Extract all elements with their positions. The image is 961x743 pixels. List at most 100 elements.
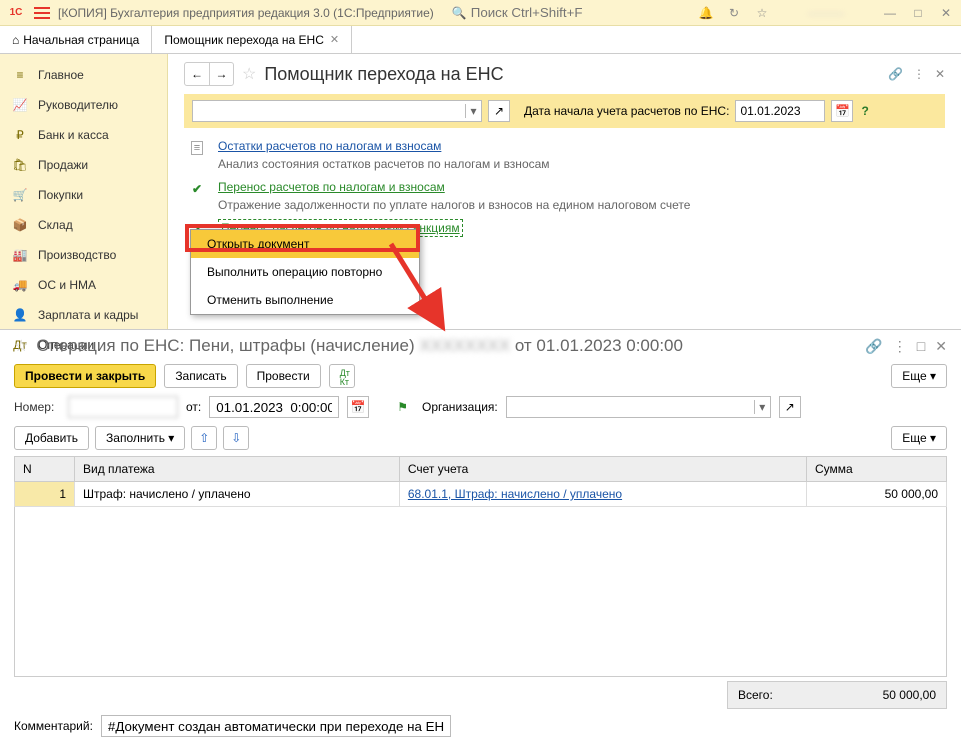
history-icon[interactable]: ↻ xyxy=(725,4,743,22)
chevron-down-icon[interactable]: ▾ xyxy=(465,104,481,118)
menu-icon[interactable] xyxy=(34,7,50,19)
tab-current-label: Помощник перехода на ЕНС xyxy=(164,33,324,47)
ctx-item-2[interactable]: Отменить выполнение xyxy=(191,286,419,314)
close-icon[interactable]: ✕ xyxy=(937,4,955,22)
sidebar-icon: 📦 xyxy=(12,217,28,233)
nav-forward-button[interactable]: → xyxy=(209,63,233,85)
close-panel-icon[interactable]: ✕ xyxy=(935,67,945,81)
sidebar-label: Склад xyxy=(38,218,73,232)
doc-link-icon[interactable]: 🔗 xyxy=(865,338,882,355)
fill-button[interactable]: Заполнить ▾ xyxy=(95,426,185,450)
link-icon[interactable]: 🔗 xyxy=(888,67,903,81)
sidebar-icon: ≡ xyxy=(12,67,28,83)
more-button-1[interactable]: Еще ▾ xyxy=(891,364,947,388)
col-n[interactable]: N xyxy=(15,457,75,482)
app-title: [КОПИЯ] Бухгалтерия предприятия редакция… xyxy=(58,6,434,20)
sidebar-item-6[interactable]: 🏭Производство xyxy=(0,240,167,270)
nav-back-button[interactable]: ← xyxy=(185,63,209,85)
page-title: Помощник перехода на ЕНС xyxy=(264,64,503,85)
home-icon: ⌂ xyxy=(12,33,19,47)
from-label: от: xyxy=(186,400,201,414)
sidebar-label: Банк и касса xyxy=(38,128,109,142)
more-button-2[interactable]: Еще ▾ xyxy=(891,426,947,450)
step-1: ✔ Перенос расчетов по налогам и взносам От… xyxy=(188,177,945,216)
ctx-item-0[interactable]: Открыть документ xyxy=(191,230,419,258)
col-type[interactable]: Вид платежа xyxy=(75,457,400,482)
lines-table: N Вид платежа Счет учета Сумма 1Штраф: н… xyxy=(14,456,947,507)
sidebar-item-0[interactable]: ≡Главное xyxy=(0,60,167,90)
search-input[interactable] xyxy=(471,5,611,20)
account-link[interactable]: 68.01.1, Штраф: начислено / уплачено xyxy=(408,487,622,501)
sidebar-item-2[interactable]: ₽ Банк и касса xyxy=(0,120,167,150)
user-label: ——— xyxy=(781,4,871,22)
search-icon: 🔍 xyxy=(452,6,467,20)
bell-icon[interactable]: 🔔 xyxy=(697,4,715,22)
maximize-icon[interactable]: □ xyxy=(909,4,927,22)
sidebar-item-1[interactable]: 📈 Руководителю xyxy=(0,90,167,120)
doc-maximize-icon[interactable]: □ xyxy=(917,338,925,354)
date-start-label: Дата начала учета расчетов по ЕНС: xyxy=(524,104,729,118)
doc-kebab-icon[interactable]: ⋮ xyxy=(893,338,907,355)
sidebar-label: Производство xyxy=(38,248,116,262)
tab-home[interactable]: ⌂ Начальная страница xyxy=(0,26,152,53)
col-sum[interactable]: Сумма xyxy=(807,457,947,482)
sidebar-icon: 📈 xyxy=(12,97,28,113)
org-label: Организация: xyxy=(422,400,498,414)
calendar-button[interactable]: 📅 xyxy=(831,100,853,122)
sidebar-label: Зарплата и кадры xyxy=(38,308,138,322)
table-empty-area[interactable] xyxy=(14,507,947,677)
sidebar-label: Продажи xyxy=(38,158,88,172)
kebab-icon[interactable]: ⋮ xyxy=(913,67,925,81)
sidebar-item-4[interactable]: 🛒Покупки xyxy=(0,180,167,210)
step-link[interactable]: Перенос расчетов по налогам и взносам xyxy=(218,180,445,194)
sidebar-item-8[interactable]: 👤 Зарплата и кадры xyxy=(0,300,167,330)
flag-icon: ⚑ xyxy=(397,400,408,414)
doc-favorite-icon[interactable]: ☆ xyxy=(14,336,28,356)
col-account[interactable]: Счет учета xyxy=(399,457,806,482)
doc-icon: ≡ xyxy=(191,141,203,155)
star-icon[interactable]: ☆ xyxy=(753,4,771,22)
move-down-button[interactable]: ⇩ xyxy=(223,426,249,450)
sidebar-item-5[interactable]: 📦 Склад xyxy=(0,210,167,240)
doc-close-icon[interactable]: ✕ xyxy=(935,338,947,355)
post-button[interactable]: Провести xyxy=(246,364,321,388)
sidebar-label: ОС и НМА xyxy=(38,278,96,292)
sidebar-label: Руководителю xyxy=(38,98,118,112)
add-button[interactable]: Добавить xyxy=(14,426,89,450)
step-link[interactable]: Остатки расчетов по налогам и взносам xyxy=(218,139,441,153)
favorite-icon[interactable]: ☆ xyxy=(242,64,256,84)
org-select[interactable]: ▾ xyxy=(192,100,482,122)
number-input[interactable] xyxy=(68,396,178,418)
ctx-item-1[interactable]: Выполнить операцию повторно xyxy=(191,258,419,286)
sidebar-icon: 👤 xyxy=(12,307,28,323)
sidebar-icon: ₽ xyxy=(12,127,28,143)
step-desc: Отражение задолженности по уплате налого… xyxy=(218,197,945,213)
sidebar-item-3[interactable]: 🛍Продажи xyxy=(0,150,167,180)
number-label: Номер: xyxy=(14,400,60,414)
sidebar-icon: 🛒 xyxy=(12,187,28,203)
comment-input[interactable] xyxy=(101,715,451,737)
table-row[interactable]: 1Штраф: начислено / уплачено68.01.1, Штр… xyxy=(15,482,947,507)
tab-close-icon[interactable]: ✕ xyxy=(330,33,339,46)
org-input[interactable]: ▾ xyxy=(506,396,771,418)
app-logo: 1C xyxy=(6,5,26,21)
sidebar-item-7[interactable]: 🚚ОС и НМА xyxy=(0,270,167,300)
date-start-input[interactable]: 01.01.2023 xyxy=(735,100,825,122)
comment-label: Комментарий: xyxy=(14,719,93,733)
dt-kt-button[interactable]: ДтКт xyxy=(329,364,355,388)
doc-title: Операция по ЕНС: Пени, штрафы (начислени… xyxy=(36,336,683,356)
minimize-icon[interactable]: — xyxy=(881,4,899,22)
save-button[interactable]: Записать xyxy=(164,364,237,388)
tab-current[interactable]: Помощник перехода на ЕНС ✕ xyxy=(152,26,352,53)
date-calendar-button[interactable]: 📅 xyxy=(347,396,369,418)
global-search[interactable]: 🔍 xyxy=(452,5,611,20)
step-0: ≡Остатки расчетов по налогам и взносамАн… xyxy=(188,136,945,175)
open-org-button-2[interactable]: ↗ xyxy=(779,396,801,418)
open-org-button[interactable]: ↗ xyxy=(488,100,510,122)
post-and-close-button[interactable]: Провести и закрыть xyxy=(14,364,156,388)
date-input[interactable] xyxy=(209,396,339,418)
chevron-down-icon[interactable]: ▾ xyxy=(754,400,770,414)
check-icon: ✔ xyxy=(192,182,202,196)
move-up-button[interactable]: ⇧ xyxy=(191,426,217,450)
help-icon[interactable]: ? xyxy=(861,104,868,118)
